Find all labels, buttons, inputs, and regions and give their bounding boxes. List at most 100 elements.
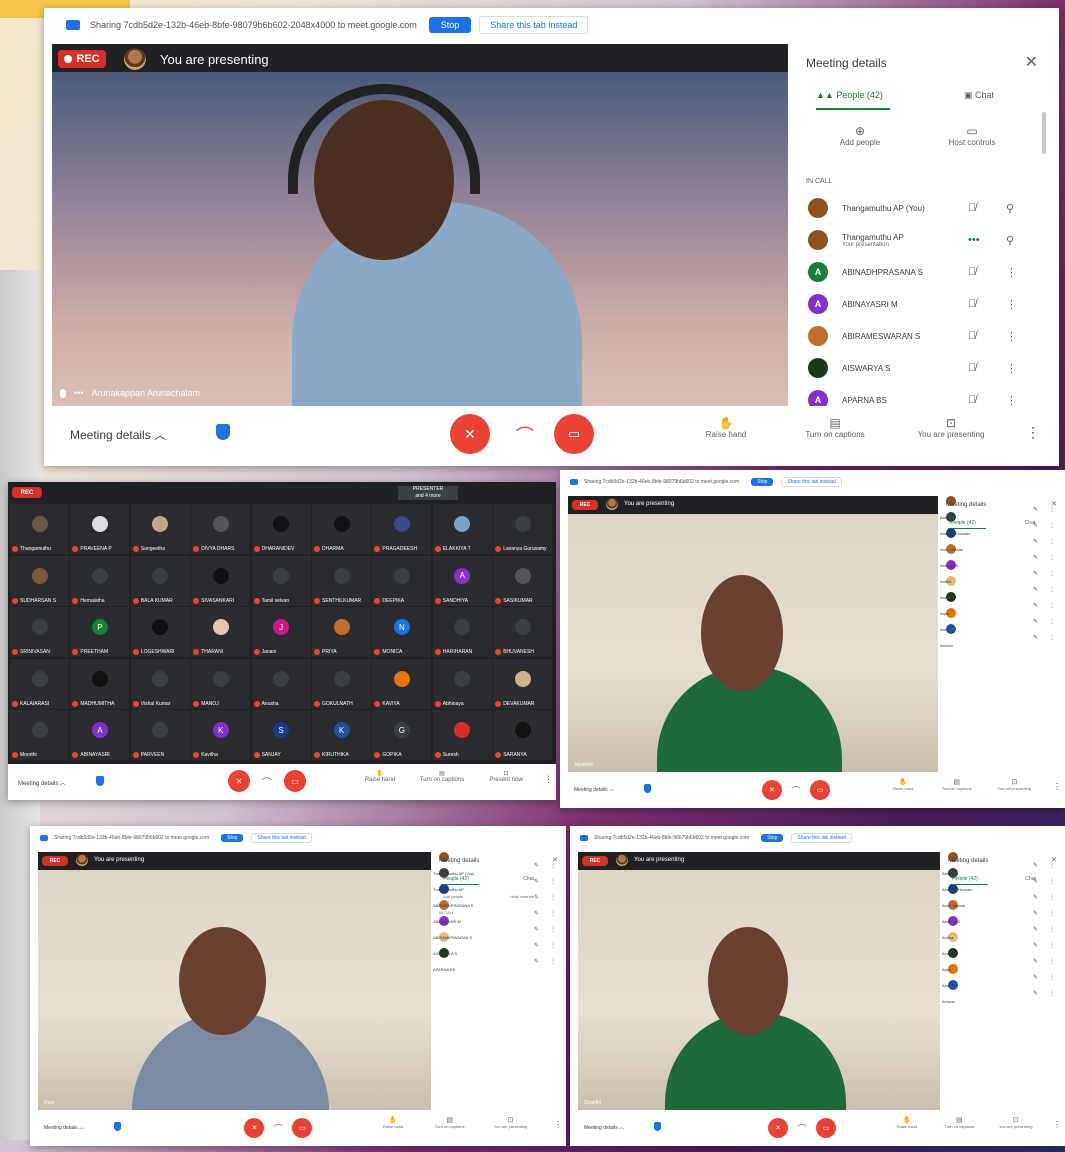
more-options-icon[interactable]: ⋮ [1006,330,1017,343]
participant-tile[interactable]: HARIHARAN [432,607,492,657]
participant-row[interactable]: Arun ✎ ⋮ [942,964,1061,988]
participant-tile[interactable]: SRINIVASAN [10,607,69,657]
participant-tile[interactable]: S SANJAY [251,710,311,760]
close-icon[interactable]: ✕ [1025,52,1038,72]
participant-tile[interactable]: Tamil selvan [251,555,311,606]
mic-off-icon[interactable]: ✎ [1033,506,1038,513]
participant-tile[interactable]: K KIRUTHIKA [312,710,371,760]
more-options-icon[interactable]: ⋮ [1049,570,1055,577]
participant-row[interactable]: Anusha ✎ ⋮ [942,932,1061,956]
participant-tile[interactable]: THARANI [191,607,251,657]
more-options-icon[interactable]: ⋮ [1049,894,1055,901]
participant-row[interactable]: A ABINADHPRASANA S 🎙̸ ⋮ [790,258,1052,286]
more-options-icon[interactable]: ⋮ [550,942,556,949]
more-options-icon[interactable]: ⋮ [1049,602,1055,609]
participant-tile[interactable]: PRAVEENA P [70,504,130,554]
mic-off-button[interactable]: ✕ [244,1118,265,1138]
participant-tile[interactable]: Vishal Kumar [130,658,190,709]
hang-up-button[interactable]: ⌒ [794,1120,810,1136]
mic-off-icon[interactable]: ✎ [534,926,539,933]
participant-tile[interactable]: A ABINAYASRI [70,710,130,760]
more-options-icon[interactable]: ⋮ [1049,538,1055,545]
camera-off-button[interactable]: ▭ [292,1118,313,1138]
present-now-button[interactable]: ⊡ Present now [484,770,528,783]
more-options-icon[interactable]: ⋮ [1049,862,1055,869]
participant-tile[interactable]: SASIKUMAR [493,555,553,606]
participant-tile[interactable]: DEEPIKA [372,555,432,606]
host-controls-button[interactable]: ▭ Host controls [940,124,1004,147]
participant-tile[interactable]: Lavanya Gurusamy [493,504,553,554]
mic-off-icon[interactable]: ✎ [534,862,539,869]
participant-tile[interactable]: SARANYA [493,710,553,760]
tab-people[interactable]: People (42) [952,876,978,882]
participant-tile[interactable]: Hemalatha [70,555,130,606]
mic-off-icon[interactable]: ✎ [1033,538,1038,545]
participant-tile[interactable]: G GOPIKA [372,710,432,760]
presenting-button[interactable]: ⊡ You are presenting [906,416,996,439]
presenting-button[interactable]: ⊡ You are presenting [991,1116,1041,1129]
mic-off-icon[interactable]: 🎙̸ [968,394,976,406]
participant-tile[interactable]: KALAIARASI [10,658,69,709]
mic-off-icon[interactable]: ✎ [1033,926,1038,933]
more-options-icon[interactable]: ⋮ [550,894,556,901]
more-options-icon[interactable]: ⋮ [1049,618,1055,625]
more-options-icon[interactable]: ⋮ [1049,974,1055,981]
tab-people[interactable]: ▲▲ People (42) [816,90,883,100]
hang-up-button[interactable]: ⌒ [508,418,542,452]
mic-off-icon[interactable]: 🎙̸ [968,298,976,310]
add-people-button[interactable]: Add people [443,894,463,899]
hang-up-button[interactable]: ⌒ [270,1120,286,1136]
mic-off-icon[interactable]: ✎ [534,878,539,885]
more-options-icon[interactable]: ⋮ [1006,362,1017,375]
participant-row[interactable]: Ashwin ✎ ⋮ [942,980,1061,1004]
mic-off-icon[interactable]: ✎ [1033,862,1038,869]
meeting-details-button[interactable]: Meeting details ︿ [18,778,66,787]
mic-off-icon[interactable]: ✎ [1033,990,1038,997]
participant-tile[interactable]: PRAGADEESH [372,504,432,554]
participant-tile[interactable]: K Kavitha [191,710,251,760]
participant-tile[interactable]: DEVAKUMAR [493,658,553,709]
mic-off-icon[interactable]: ✎ [1033,910,1038,917]
tab-people[interactable]: People (42) [950,520,976,526]
host-controls-button[interactable]: Host controls [510,894,533,899]
tab-people[interactable]: People (42) [443,876,469,882]
more-options-icon[interactable]: ⋮ [554,1120,562,1129]
meeting-details-button[interactable]: Meeting details ︿ [574,786,614,793]
panel-scrollbar[interactable] [1042,112,1046,154]
presenting-button[interactable]: ⊡ You are presenting [486,1116,536,1129]
participant-row[interactable]: A APARNA BS 🎙̸ ⋮ [790,386,1052,406]
captions-button[interactable]: ▤ Turn on captions [427,1116,473,1129]
participant-row[interactable]: Anusha ✎ ⋮ [940,576,1061,600]
raise-hand-button[interactable]: ✋ Raise hand [696,416,756,439]
participant-tile[interactable]: Suresh [432,710,492,760]
add-people-button[interactable]: ⊕ Add people [830,124,890,147]
stop-sharing-button[interactable]: Stop [751,478,774,486]
mic-off-icon[interactable]: ✎ [1033,942,1038,949]
more-options-icon[interactable]: ⋮ [1053,782,1061,791]
raise-hand-button[interactable]: ✋ Raise hand [883,778,923,791]
participant-row[interactable]: Thangamuthu AP Your presentation ••• ⚲ [790,226,1052,254]
more-options-icon[interactable]: ⋮ [1026,424,1040,441]
mic-off-icon[interactable]: ✎ [1033,602,1038,609]
mic-off-button[interactable]: ✕ [450,414,490,454]
participant-row[interactable]: Thangamuthu AP (You) 🎙̸ ⚲ [790,194,1052,222]
tab-chat[interactable]: Chat [523,876,534,882]
participant-tile[interactable]: SENTHILKUMAR [312,555,371,606]
participant-tile[interactable]: KAVIYA [372,658,432,709]
participant-row[interactable]: Ashwin ✎ ⋮ [940,624,1061,648]
mic-off-icon[interactable]: ••• [968,234,980,246]
mic-off-icon[interactable]: ✎ [534,942,539,949]
mic-off-icon[interactable]: ✎ [1033,974,1038,981]
stop-sharing-button[interactable]: Stop [761,834,784,842]
mic-off-icon[interactable]: ✎ [534,958,539,965]
mic-off-icon[interactable]: ✎ [534,910,539,917]
tab-chat[interactable]: ▣ Chat [964,90,994,101]
captions-button[interactable]: ▤ Turn on captions [792,416,878,439]
more-options-icon[interactable]: ⋮ [1049,926,1055,933]
participant-row[interactable]: ABIRAMESWARAN S 🎙̸ ⋮ [790,322,1052,350]
participant-tile[interactable]: P PREETHAM [70,607,130,657]
more-options-icon[interactable]: ⋮ [1049,910,1055,917]
participant-tile[interactable]: Anusha [251,658,311,709]
captions-button[interactable]: ▤ Turn on captions [418,770,466,783]
shield-icon[interactable] [216,424,230,440]
